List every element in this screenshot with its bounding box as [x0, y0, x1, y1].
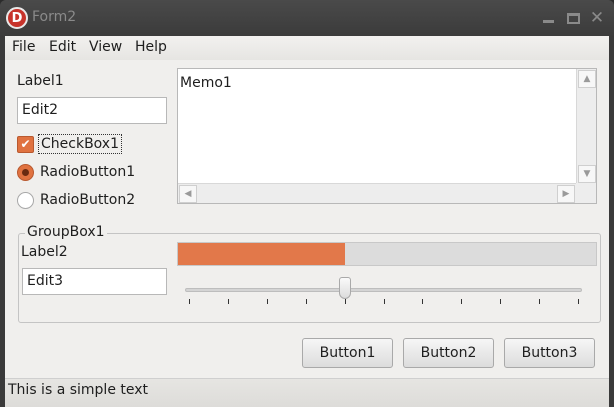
- close-button[interactable]: ✕: [588, 9, 606, 27]
- trackbar-tick: [578, 299, 579, 304]
- button2[interactable]: Button2: [403, 338, 494, 368]
- radio-selected-icon[interactable]: [17, 163, 34, 181]
- checkbox-checked-icon[interactable]: ✔: [17, 135, 34, 153]
- trackbar-tick: [461, 299, 462, 304]
- trackbar-tick: [306, 299, 307, 304]
- minimize-icon: [542, 19, 554, 23]
- memo-vertical-scrollbar[interactable]: ▲ ▼: [576, 69, 596, 184]
- radio-button-2-label: RadioButton2: [40, 192, 136, 208]
- trackbar-tick: [189, 299, 190, 304]
- trackbar-tick: [500, 299, 501, 304]
- form-client-area: File Edit View Help Label1 Edit2 ✔ Check…: [5, 36, 609, 407]
- trackbar-thumb[interactable]: [339, 277, 351, 299]
- checkbox1[interactable]: ✔ CheckBox1: [17, 133, 122, 155]
- radio-button-1[interactable]: RadioButton1: [17, 162, 135, 182]
- memo1-text: Memo1: [180, 75, 232, 91]
- maximize-button[interactable]: [564, 9, 582, 27]
- trackbar-tick: [267, 299, 268, 304]
- edit2-input[interactable]: Edit2: [17, 97, 167, 124]
- menu-file[interactable]: File: [12, 39, 35, 55]
- trackbar-tick: [422, 299, 423, 304]
- title-bar[interactable]: D Form2 ✕: [0, 0, 614, 36]
- trackbar-tick: [539, 299, 540, 304]
- menu-bar: File Edit View Help: [5, 36, 609, 60]
- scroll-up-icon[interactable]: ▲: [578, 70, 596, 88]
- window-title: Form2: [32, 9, 77, 25]
- trackbar-tick: [345, 299, 346, 304]
- trackbar-slider[interactable]: [185, 277, 582, 307]
- button1[interactable]: Button1: [302, 338, 393, 368]
- button3[interactable]: Button3: [504, 338, 595, 368]
- checkbox1-label: CheckBox1: [38, 134, 122, 154]
- label1: Label1: [17, 73, 64, 89]
- close-icon: ✕: [589, 8, 605, 28]
- trackbar-tick: [228, 299, 229, 304]
- radio-unselected-icon[interactable]: [17, 191, 34, 209]
- trackbar-tick: [384, 299, 385, 304]
- radio-button-2[interactable]: RadioButton2: [17, 190, 135, 210]
- radio-button-1-label: RadioButton1: [40, 164, 136, 180]
- menu-help[interactable]: Help: [135, 39, 167, 55]
- edit3-input[interactable]: Edit3: [22, 268, 167, 295]
- menu-edit[interactable]: Edit: [49, 39, 76, 55]
- groupbox1-title: GroupBox1: [25, 224, 107, 240]
- scroll-right-icon[interactable]: ▶: [557, 185, 575, 203]
- maximize-icon: [566, 12, 580, 24]
- minimize-button[interactable]: [539, 9, 557, 27]
- scroll-left-icon[interactable]: ◀: [179, 185, 197, 203]
- main-window: D Form2 ✕ File Edit View Help Label1 Edi…: [0, 0, 614, 407]
- memo-horizontal-scrollbar[interactable]: ◀ ▶: [178, 183, 576, 203]
- app-logo-icon: D: [6, 7, 28, 29]
- status-text: This is a simple text: [8, 382, 149, 398]
- menu-view[interactable]: View: [89, 39, 122, 55]
- progress-bar: [177, 242, 597, 266]
- scrollbar-corner: [576, 183, 596, 203]
- scroll-down-icon[interactable]: ▼: [578, 165, 596, 183]
- label2: Label2: [21, 244, 68, 260]
- progress-bar-fill: [178, 243, 346, 265]
- memo1-textarea[interactable]: Memo1 ▲ ▼ ◀ ▶: [177, 68, 597, 204]
- status-bar: This is a simple text: [5, 378, 609, 407]
- trackbar-track[interactable]: [185, 288, 582, 292]
